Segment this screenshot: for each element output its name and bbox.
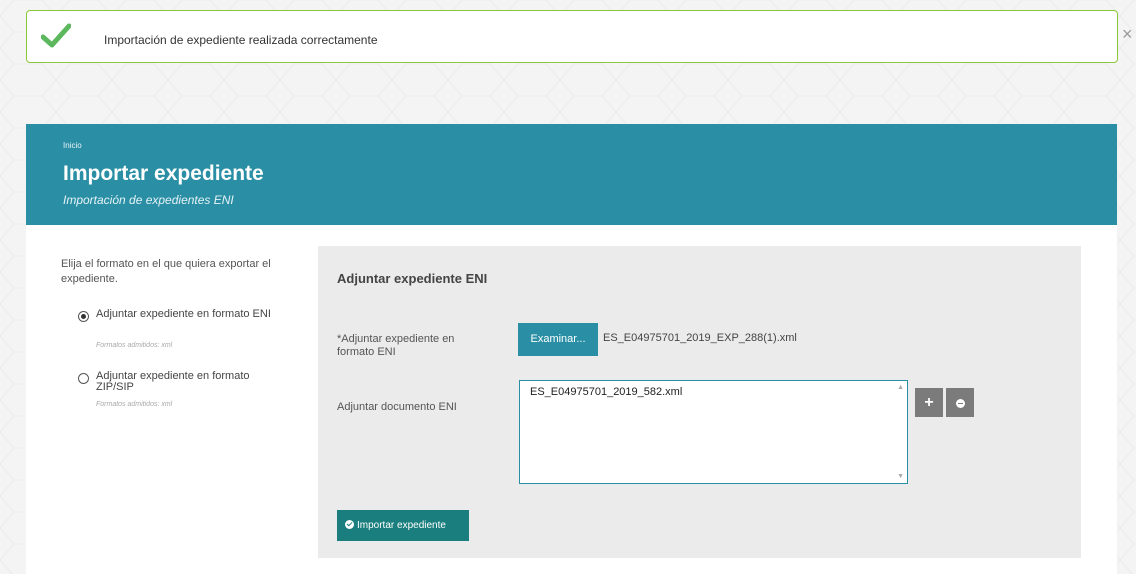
panel-title: Adjuntar expediente ENI <box>337 271 488 286</box>
minus-circle-icon <box>955 399 965 408</box>
scroll-up-icon[interactable]: ▲ <box>897 384 904 391</box>
documento-listbox[interactable]: ES_E04975701_2019_582.xml ▲ ▼ <box>519 380 908 484</box>
radio-eni[interactable] <box>78 311 89 322</box>
scroll-down-icon[interactable]: ▼ <box>897 473 904 480</box>
alert-message: Importación de expediente realizada corr… <box>104 33 378 47</box>
page-title: Importar expediente <box>63 162 264 185</box>
documento-item[interactable]: ES_E04975701_2019_582.xml <box>530 386 682 398</box>
option-zip-sip-hint: Formatos admitidos: xml <box>96 401 173 408</box>
option-eni-label[interactable]: Adjuntar expediente en formato ENI <box>96 309 276 320</box>
expediente-field-label: *Adjuntar expediente en formato ENI <box>337 333 455 358</box>
browse-button[interactable]: Examinar... <box>518 323 598 356</box>
radio-zip-sip[interactable] <box>78 373 89 384</box>
close-icon[interactable]: × <box>1122 25 1133 43</box>
page-subtitle: Importación de expedientes ENI <box>63 193 234 207</box>
format-intro-text: Elija el formato en el que quiera export… <box>61 258 271 285</box>
breadcrumb-home[interactable]: Inicio <box>63 141 82 150</box>
attach-panel: Adjuntar expediente ENI *Adjuntar expedi… <box>318 246 1081 558</box>
success-alert: Importación de expediente realizada corr… <box>26 10 1133 63</box>
page-header: Inicio Importar expediente Importación d… <box>26 124 1117 225</box>
check-icon <box>41 23 71 48</box>
import-button-label[interactable]: Importar expediente <box>357 520 446 531</box>
option-zip-sip-label[interactable]: Adjuntar expediente en formato ZIP/SIP <box>96 371 276 393</box>
main-card: Inicio Importar expediente Importación d… <box>26 124 1117 574</box>
option-eni-hint: Formatos admitidos: xml <box>96 342 173 349</box>
documento-field-label: Adjuntar documento ENI <box>337 401 457 413</box>
selected-file-name: ES_E04975701_2019_EXP_288(1).xml <box>603 332 797 344</box>
import-button[interactable]: Importar expediente <box>337 510 469 541</box>
format-selector: Elija el formato en el que quiera export… <box>61 257 311 408</box>
remove-document-button[interactable] <box>946 388 974 417</box>
add-document-button[interactable]: + <box>915 388 943 417</box>
check-circle-icon <box>345 520 354 529</box>
